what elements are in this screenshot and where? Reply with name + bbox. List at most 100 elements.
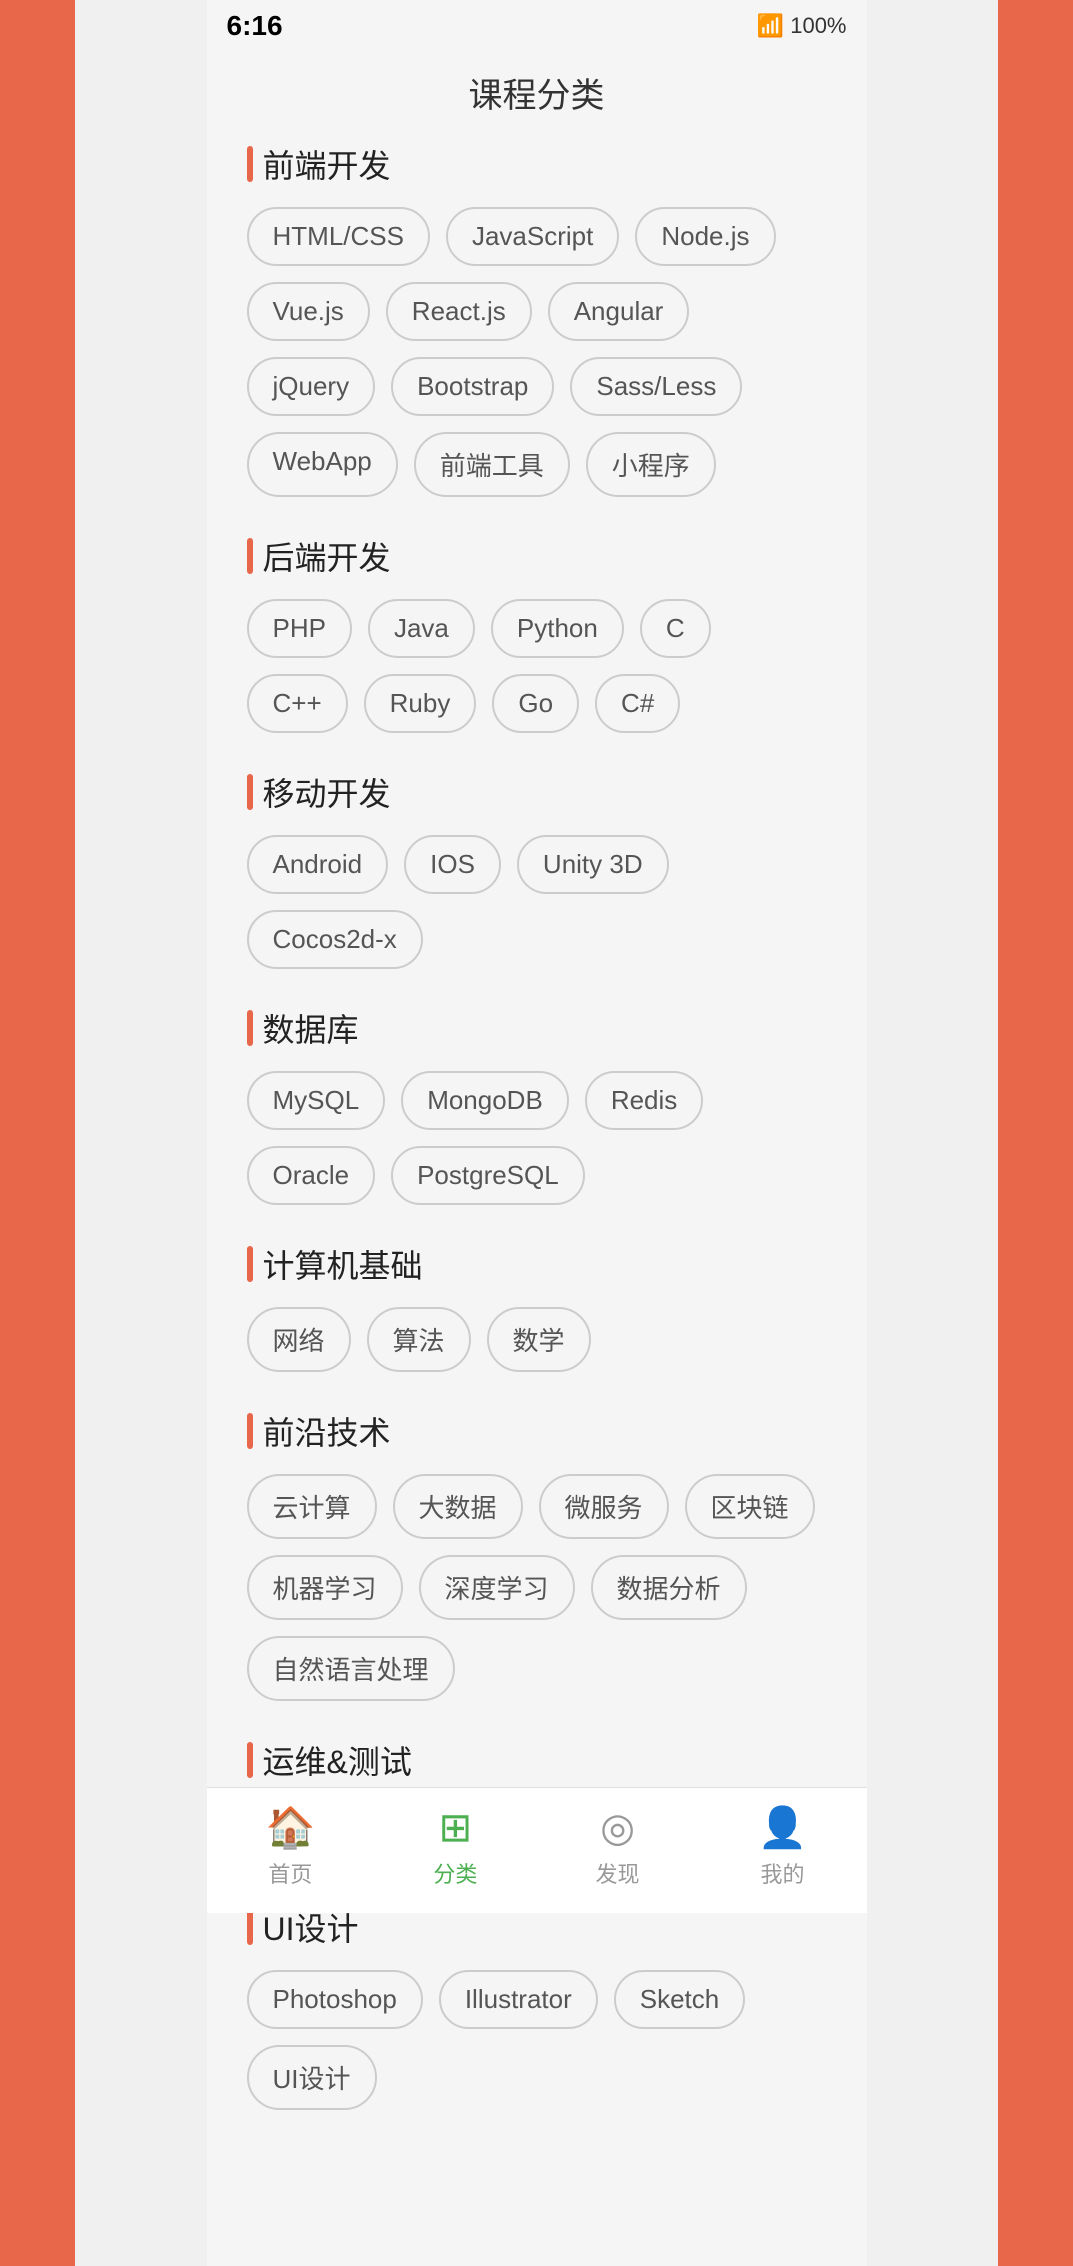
category-bar-backend	[247, 538, 253, 574]
nav-label-category: 分类	[433, 1857, 477, 1889]
category-header-frontend: 前端开发	[247, 141, 827, 187]
tag-数学[interactable]: 数学	[487, 1307, 591, 1372]
category-section-backend: 后端开发 PHP Java Python C C++ Ruby Go C#	[247, 533, 827, 733]
tags-container-backend: PHP Java Python C C++ Ruby Go C#	[247, 599, 827, 733]
category-bar-devops	[247, 1742, 253, 1778]
tag-IOS[interactable]: IOS	[404, 835, 501, 894]
tags-container-basics: 网络算法数学	[247, 1307, 827, 1372]
category-section-basics: 计算机基础网络算法数学	[247, 1241, 827, 1372]
wifi-icon: 📶	[757, 13, 784, 39]
scroll-content: 前端开发 HTML/CSS JavaScript Node.js Vue.js React…	[207, 141, 867, 2266]
tag-微服务[interactable]: 微服务	[539, 1474, 669, 1539]
tag-Illustrator[interactable]: Illustrator	[439, 1970, 598, 2029]
tag-大数据[interactable]: 大数据	[393, 1474, 523, 1539]
nav-item-category[interactable]: ⊞ 分类	[433, 1805, 477, 1889]
status-icons: 📶 100%	[757, 13, 847, 39]
nav-label-home: 首页	[268, 1857, 312, 1889]
nav-label-discover: 发现	[596, 1857, 640, 1889]
tags-container-frontend: HTML/CSS JavaScript Node.js Vue.js React.js A…	[247, 207, 827, 497]
tag-UI设计[interactable]: UI设计	[247, 2045, 377, 2110]
tag-JavaScript[interactable]: JavaScript	[446, 207, 619, 266]
tag-Redis[interactable]: Redis	[585, 1071, 703, 1130]
tag-Angular[interactable]: Angular	[548, 282, 690, 341]
tag-Python[interactable]: Python	[491, 599, 624, 658]
category-header-frontier: 前沿技术	[247, 1408, 827, 1454]
tag-网络[interactable]: 网络	[247, 1307, 351, 1372]
category-bar-basics	[247, 1246, 253, 1282]
tag-机器学习[interactable]: 机器学习	[247, 1555, 403, 1620]
tag-Oracle[interactable]: Oracle	[247, 1146, 376, 1205]
tag-区块链[interactable]: 区块链	[685, 1474, 815, 1539]
tag-C#[interactable]: C#	[595, 674, 680, 733]
phone-screen: 6:16 📶 100% 课程分类 前端开发 HTML/CSS JavaScript N…	[207, 0, 867, 2266]
tag-Go[interactable]: Go	[492, 674, 579, 733]
category-title-backend: 后端开发	[263, 533, 391, 579]
tag-小程序[interactable]: 小程序	[586, 432, 716, 497]
category-bar-ui	[247, 1909, 253, 1945]
tag-Sketch[interactable]: Sketch	[614, 1970, 746, 2029]
tag-Unity 3D[interactable]: Unity 3D	[517, 835, 669, 894]
tag-数据分析[interactable]: 数据分析	[591, 1555, 747, 1620]
tag-Vue.js[interactable]: Vue.js	[247, 282, 370, 341]
category-section-frontend: 前端开发 HTML/CSS JavaScript Node.js Vue.js React…	[247, 141, 827, 497]
nav-item-mine[interactable]: 👤 我的	[758, 1804, 808, 1889]
category-title-frontier: 前沿技术	[263, 1408, 391, 1454]
status-bar: 6:16 📶 100%	[207, 0, 867, 48]
tag-Ruby[interactable]: Ruby	[364, 674, 477, 733]
category-section-mobile: 移动开发 Android IOS Unity 3D Cocos2d-x	[247, 769, 827, 969]
nav-label-mine: 我的	[761, 1857, 805, 1889]
battery-icon: 100%	[790, 13, 846, 39]
tags-container-database: MySQL MongoDB Redis Oracle PostgreSQL	[247, 1071, 827, 1205]
tags-container-frontier: 云计算大数据微服务区块链机器学习深度学习数据分析自然语言处理	[247, 1474, 827, 1701]
category-header-mobile: 移动开发	[247, 769, 827, 815]
nav-icon-category: ⊞	[439, 1805, 473, 1851]
tag-React.js[interactable]: React.js	[386, 282, 532, 341]
tag-MySQL[interactable]: MySQL	[247, 1071, 386, 1130]
tag-Android[interactable]: Android	[247, 835, 389, 894]
category-section-ui: UI设计Photoshop Illustrator Sketch UI设计	[247, 1904, 827, 2110]
tags-container-ui: Photoshop Illustrator Sketch UI设计	[247, 1970, 827, 2110]
tag-WebApp[interactable]: WebApp	[247, 432, 398, 497]
nav-icon-discover: ◎	[600, 1805, 635, 1851]
tag-Cocos2d-x[interactable]: Cocos2d-x	[247, 910, 423, 969]
category-bar-mobile	[247, 774, 253, 810]
tag-C++[interactable]: C++	[247, 674, 348, 733]
tag-Bootstrap[interactable]: Bootstrap	[391, 357, 554, 416]
bottom-nav: 🏠 首页 ⊞ 分类 ◎ 发现 👤 我的	[207, 1787, 867, 1913]
page-title: 课程分类	[207, 48, 867, 141]
tag-自然语言处理[interactable]: 自然语言处理	[247, 1636, 455, 1701]
tag-云计算[interactable]: 云计算	[247, 1474, 377, 1539]
category-section-database: 数据库 MySQL MongoDB Redis Oracle PostgreSQL	[247, 1005, 827, 1205]
tag-Sass/Less[interactable]: Sass/Less	[570, 357, 742, 416]
tag-深度学习[interactable]: 深度学习	[419, 1555, 575, 1620]
category-title-mobile: 移动开发	[263, 769, 391, 815]
nav-item-discover[interactable]: ◎ 发现	[596, 1805, 640, 1889]
category-title-basics: 计算机基础	[263, 1241, 423, 1287]
category-header-backend: 后端开发	[247, 533, 827, 579]
category-bar-frontier	[247, 1413, 253, 1449]
tag-算法[interactable]: 算法	[367, 1307, 471, 1372]
status-time: 6:16	[227, 10, 283, 42]
category-section-frontier: 前沿技术云计算大数据微服务区块链机器学习深度学习数据分析自然语言处理	[247, 1408, 827, 1701]
tag-PostgreSQL[interactable]: PostgreSQL	[391, 1146, 585, 1205]
tag-前端工具[interactable]: 前端工具	[414, 432, 570, 497]
nav-item-home[interactable]: 🏠 首页	[266, 1804, 316, 1889]
tag-HTML/CSS[interactable]: HTML/CSS	[247, 207, 430, 266]
tag-MongoDB[interactable]: MongoDB	[401, 1071, 569, 1130]
tags-container-mobile: Android IOS Unity 3D Cocos2d-x	[247, 835, 827, 969]
category-header-devops: 运维&测试	[247, 1737, 827, 1783]
tag-PHP[interactable]: PHP	[247, 599, 352, 658]
tag-Java[interactable]: Java	[368, 599, 475, 658]
nav-icon-home: 🏠	[266, 1804, 316, 1851]
category-bar-frontend	[247, 146, 253, 182]
tag-Node.js[interactable]: Node.js	[635, 207, 775, 266]
category-header-database: 数据库	[247, 1005, 827, 1051]
category-header-basics: 计算机基础	[247, 1241, 827, 1287]
tag-Photoshop[interactable]: Photoshop	[247, 1970, 423, 2029]
category-title-devops: 运维&测试	[263, 1737, 412, 1783]
nav-icon-mine: 👤	[758, 1804, 808, 1851]
category-title-database: 数据库	[263, 1005, 359, 1051]
tag-C[interactable]: C	[640, 599, 711, 658]
category-bar-database	[247, 1010, 253, 1046]
tag-jQuery[interactable]: jQuery	[247, 357, 376, 416]
